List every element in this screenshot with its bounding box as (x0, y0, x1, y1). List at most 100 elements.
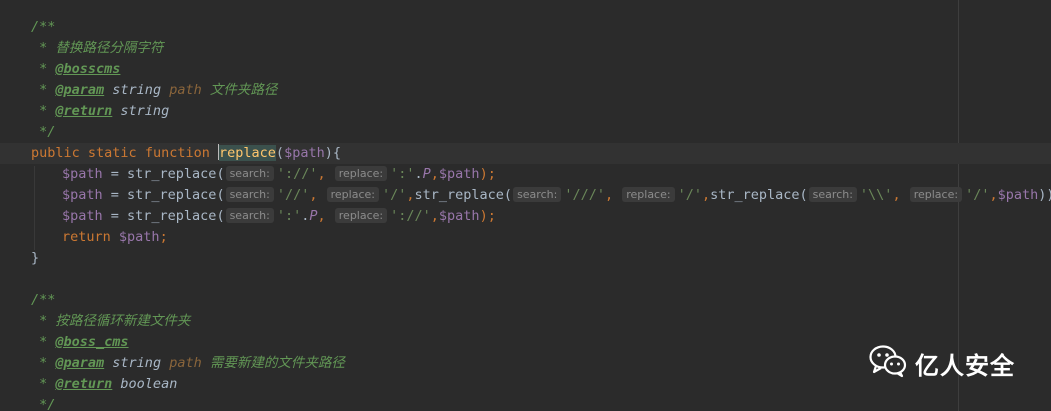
comma: , (430, 208, 439, 224)
string: ':' (276, 208, 302, 224)
doc-comment-close: */ (31, 397, 56, 411)
doc-comment-open: /** (31, 19, 56, 35)
string: '/' (381, 187, 407, 203)
code-line[interactable]: */ (0, 122, 1051, 143)
operator: = (102, 166, 128, 182)
variable: $path (438, 208, 480, 224)
comma: , (309, 187, 318, 203)
function-name: replace (219, 145, 276, 161)
comma: , (604, 187, 614, 203)
keyword: return (62, 229, 111, 245)
doc-tag: @param (55, 82, 105, 98)
param-hint: search: (225, 187, 274, 202)
code-line[interactable]: $path = str_replace(search: '//', replace… (0, 185, 1051, 206)
punct: ))); (1038, 187, 1051, 203)
string: '://' (276, 166, 318, 182)
operator: . (414, 166, 423, 182)
doc-star: * (31, 82, 56, 98)
comma: , (317, 208, 326, 224)
punct: ); (479, 208, 496, 224)
comma: , (406, 187, 415, 203)
param-hint: replace: (909, 187, 963, 202)
string: '/' (965, 187, 990, 203)
variable: $path (62, 187, 103, 203)
doc-description: 按路径循环新建文件夹 (55, 313, 191, 329)
punct: ( (799, 187, 808, 203)
closing-brace: } (31, 250, 40, 266)
code-line[interactable]: * @bosscms (0, 59, 1051, 80)
variable: $path (438, 166, 480, 182)
doc-comment-close: */ (31, 124, 56, 140)
param-hint: replace: (334, 208, 388, 223)
doc-param-name: path (169, 82, 202, 98)
doc-star: * (31, 61, 56, 77)
param-hint: replace: (334, 166, 388, 181)
doc-type: string (104, 82, 170, 98)
param-hint: search: (225, 208, 274, 223)
punct: ( (503, 187, 513, 203)
doc-type: string (104, 355, 170, 371)
punct: ( (216, 208, 225, 224)
punct: ( (216, 166, 225, 182)
doc-star: * (31, 355, 56, 371)
code-line-current[interactable]: public static function replace($path){ (0, 143, 1051, 164)
string: '///' (564, 187, 605, 203)
doc-description: 替换路径分隔字符 (55, 40, 164, 56)
punct: ); (479, 166, 496, 182)
code-line[interactable]: * @return string (0, 101, 1051, 122)
doc-comment-open: /** (31, 292, 56, 308)
comma: , (430, 166, 439, 182)
constant: P (309, 208, 318, 224)
doc-star: * (31, 334, 56, 350)
string: '://' (390, 208, 431, 224)
keyword: static (87, 145, 137, 161)
operator: = (102, 208, 128, 224)
punct: ){ (324, 145, 341, 161)
code-line[interactable]: * 按路径循环新建文件夹 (0, 311, 1051, 332)
code-line[interactable]: */ (0, 395, 1051, 411)
watermark: 亿人安全 (869, 343, 1015, 383)
code-line[interactable]: * @param string path 文件夹路径 (0, 80, 1051, 101)
doc-param-desc: 文件夹路径 (201, 82, 278, 98)
function-call: str_replace (127, 166, 217, 182)
comma: , (317, 166, 326, 182)
string: '//' (276, 187, 310, 203)
code-line[interactable]: $path = str_replace(search: ':'.P, replac… (0, 206, 1051, 227)
code-line[interactable]: /** (0, 290, 1051, 311)
doc-tag: @return (55, 376, 113, 392)
comma: , (892, 187, 901, 203)
code-line[interactable]: } (0, 248, 1051, 269)
keyword: public (31, 145, 80, 161)
code-line[interactable]: $path = str_replace(search: '://', replac… (0, 164, 1051, 185)
comma: , (989, 187, 998, 203)
string: '/' (677, 187, 702, 203)
punct: ( (216, 187, 225, 203)
code-line[interactable]: return $path; (0, 227, 1051, 248)
comma: , (701, 187, 711, 203)
doc-star: * (31, 376, 56, 392)
function-call: str_replace (414, 187, 504, 203)
doc-tag: @return (55, 103, 113, 119)
function-call: str_replace (127, 187, 217, 203)
doc-tag: @bosscms (55, 61, 121, 77)
variable: $path (997, 187, 1039, 203)
code-editor[interactable]: /** * 替换路径分隔字符 * @bosscms * @param strin… (0, 0, 1051, 411)
constant: P (422, 166, 431, 182)
parameter-var: $path (284, 145, 325, 161)
doc-param-desc: 需要新建的文件夹路径 (201, 355, 345, 371)
param-hint: search: (808, 187, 857, 202)
watermark-text: 亿人安全 (915, 351, 1015, 380)
function-call: str_replace (127, 208, 217, 224)
variable: $path (118, 229, 160, 245)
string: '\\' (859, 187, 893, 203)
function-call: str_replace (710, 187, 800, 203)
doc-star: * (31, 313, 56, 329)
wechat-icon (869, 344, 907, 382)
operator: = (102, 187, 128, 203)
variable: $path (62, 208, 103, 224)
punct: ( (275, 145, 285, 161)
variable: $path (62, 166, 103, 182)
code-line[interactable]: /** (0, 17, 1051, 38)
doc-type: string (112, 103, 170, 119)
code-line[interactable]: * 替换路径分隔字符 (0, 38, 1051, 59)
